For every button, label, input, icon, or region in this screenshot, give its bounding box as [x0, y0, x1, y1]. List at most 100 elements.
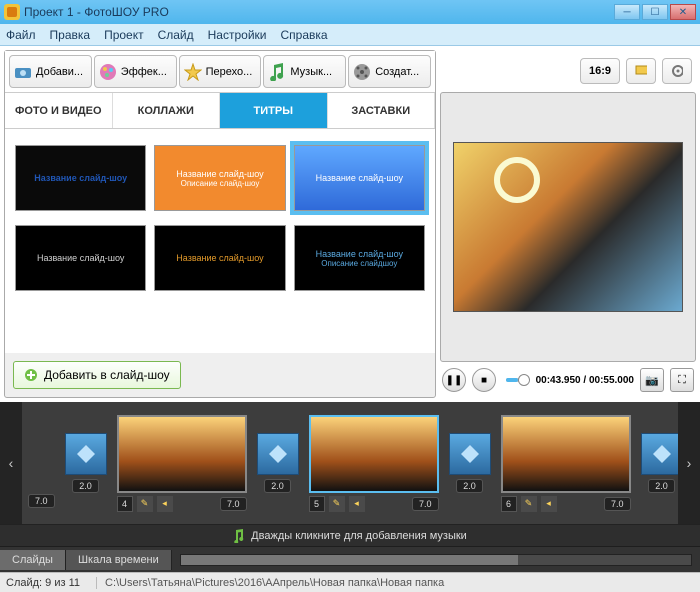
title-thumbnail[interactable]: Название слайд-шоу: [294, 145, 425, 211]
timeline-tab-scale[interactable]: Шкала времени: [66, 550, 172, 570]
transitions-button[interactable]: Перехо...: [179, 55, 262, 88]
transition-duration[interactable]: 2.0: [456, 479, 483, 493]
transition-duration[interactable]: 2.0: [72, 479, 99, 493]
transition-preview: [641, 433, 678, 475]
slide-thumbnail: [501, 415, 631, 493]
music-label: Музык...: [290, 66, 332, 78]
transition-tile[interactable]: 2.0: [641, 433, 678, 493]
minimize-button[interactable]: ─: [614, 4, 640, 20]
fullscreen-icon: ⛶: [678, 374, 686, 387]
app-icon: [4, 4, 20, 20]
timeline-prev[interactable]: ‹: [0, 402, 22, 524]
slide-strip: 7.02.04✎◂7.02.05✎◂7.02.06✎◂7.02.0: [22, 411, 678, 516]
stop-button[interactable]: ■: [472, 368, 496, 392]
transition-duration[interactable]: 2.0: [648, 479, 675, 493]
slide-duration[interactable]: 7.0: [412, 497, 439, 511]
seek-slider[interactable]: [506, 378, 526, 382]
star-icon: [183, 62, 203, 82]
edit-slide-button[interactable]: ✎: [329, 496, 345, 512]
transport-bar: ❚❚ ■ 00:43.950 / 00:55.000 📷 ⛶: [440, 362, 696, 398]
reel-icon: [352, 62, 372, 82]
slide-menu-button[interactable]: ◂: [157, 496, 173, 512]
slide-tile[interactable]: 5✎◂ 7.0: [309, 415, 439, 512]
maximize-button[interactable]: ☐: [642, 4, 668, 20]
slide-thumbnail: [117, 415, 247, 493]
effects-button[interactable]: Эффек...: [94, 55, 177, 88]
tab-photo-video[interactable]: ФОТО И ВИДЕО: [5, 93, 113, 128]
menu-project[interactable]: Проект: [104, 28, 144, 42]
pause-button[interactable]: ❚❚: [442, 368, 466, 392]
transition-duration[interactable]: 2.0: [264, 479, 291, 493]
fullscreen-button[interactable]: ⛶: [670, 368, 694, 392]
slide-menu-button[interactable]: ◂: [541, 496, 557, 512]
edit-slide-button[interactable]: ✎: [137, 496, 153, 512]
window-title: Проект 1 - ФотоШОУ PRO: [24, 5, 614, 19]
tab-titles[interactable]: ТИТРЫ: [220, 93, 328, 128]
edit-slide-button[interactable]: ✎: [521, 496, 537, 512]
content-panel: Добави... Эффек... Перехо... Музык... Со…: [4, 50, 436, 398]
status-path: C:\Users\Татьяна\Pictures\2016\ААпрель\Н…: [96, 577, 444, 589]
camera-icon: [13, 62, 33, 82]
status-slide: Слайд: 9 из 11: [6, 577, 80, 589]
slide-tile[interactable]: 6✎◂ 7.0: [501, 415, 631, 512]
slide-thumbnail: [309, 415, 439, 493]
menu-edit[interactable]: Правка: [50, 28, 91, 42]
menu-settings[interactable]: Настройки: [208, 28, 267, 42]
title-thumbnail[interactable]: Название слайд-шоу: [15, 145, 146, 211]
transition-tile[interactable]: 2.0: [257, 433, 299, 493]
slide-menu-button[interactable]: ◂: [349, 496, 365, 512]
music-track[interactable]: Дважды кликните для добавления музыки: [0, 524, 700, 546]
add-to-slideshow-button[interactable]: Добавить в слайд-шоу: [13, 361, 181, 389]
transitions-label: Перехо...: [206, 66, 253, 78]
slide-duration[interactable]: 7.0: [28, 494, 55, 508]
tab-splash[interactable]: ЗАСТАВКИ: [328, 93, 436, 128]
slide-duration[interactable]: 7.0: [220, 497, 247, 511]
menu-file[interactable]: Файл: [6, 28, 36, 42]
palette-icon: [98, 62, 118, 82]
timeline-scrollbar[interactable]: [180, 554, 692, 566]
music-hint: Дважды кликните для добавления музыки: [251, 530, 467, 542]
slide-number: 5: [309, 496, 325, 512]
settings-button[interactable]: [662, 58, 692, 84]
music-icon: [233, 529, 245, 543]
aspect-ratio-button[interactable]: 16:9: [580, 58, 620, 84]
seek-handle[interactable]: [518, 374, 530, 386]
timecode: 00:43.950 / 00:55.000: [536, 375, 634, 386]
transition-preview: [65, 433, 107, 475]
effects-label: Эффек...: [121, 66, 167, 78]
timeline-tab-slides[interactable]: Слайды: [0, 550, 66, 570]
gear-icon: [671, 64, 683, 78]
snapshot-button[interactable]: 📷: [640, 368, 664, 392]
timeline-next[interactable]: ›: [678, 402, 700, 524]
close-button[interactable]: ✕: [670, 4, 696, 20]
titlebar: Проект 1 - ФотоШОУ PRO ─ ☐ ✕: [0, 0, 700, 24]
category-tabs: ФОТО И ВИДЕО КОЛЛАЖИ ТИТРЫ ЗАСТАВКИ: [5, 93, 435, 129]
menu-help[interactable]: Справка: [280, 28, 327, 42]
preview-panel: 16:9 ❚❚ ■ 00:43.950 / 00:55.000 📷 ⛶: [440, 50, 696, 398]
title-thumbnail[interactable]: Название слайд-шоу: [154, 225, 285, 291]
safe-zone-button[interactable]: [626, 58, 656, 84]
title-thumbnail[interactable]: Название слайд-шоуОписание слайдшоу: [294, 225, 425, 291]
menu-slide[interactable]: Слайд: [158, 28, 194, 42]
slide-number: 4: [117, 496, 133, 512]
add-label: Добави...: [36, 66, 83, 78]
slide-tile[interactable]: 4✎◂ 7.0: [117, 415, 247, 512]
title-thumbnail[interactable]: Название слайд-шоуОписание слайд-шоу: [154, 145, 285, 211]
plus-icon: [24, 368, 38, 382]
monitor-icon: [635, 65, 647, 77]
add-button[interactable]: Добави...: [9, 55, 92, 88]
transition-tile[interactable]: 2.0: [449, 433, 491, 493]
slide-number: 6: [501, 496, 517, 512]
title-thumbnail[interactable]: Название слайд-шоу: [15, 225, 146, 291]
music-button[interactable]: Музык...: [263, 55, 346, 88]
title-gallery: Название слайд-шоуНазвание слайд-шоуОпис…: [5, 129, 435, 353]
preview-viewport[interactable]: [440, 92, 696, 362]
transition-tile[interactable]: 2.0: [65, 433, 107, 493]
menubar: Файл Правка Проект Слайд Настройки Справ…: [0, 24, 700, 46]
slide-duration[interactable]: 7.0: [604, 497, 631, 511]
transition-preview: [449, 433, 491, 475]
tab-collages[interactable]: КОЛЛАЖИ: [113, 93, 221, 128]
camera-icon: 📷: [645, 374, 659, 387]
preview-frame: [453, 142, 683, 312]
create-button[interactable]: Создат...: [348, 55, 431, 88]
